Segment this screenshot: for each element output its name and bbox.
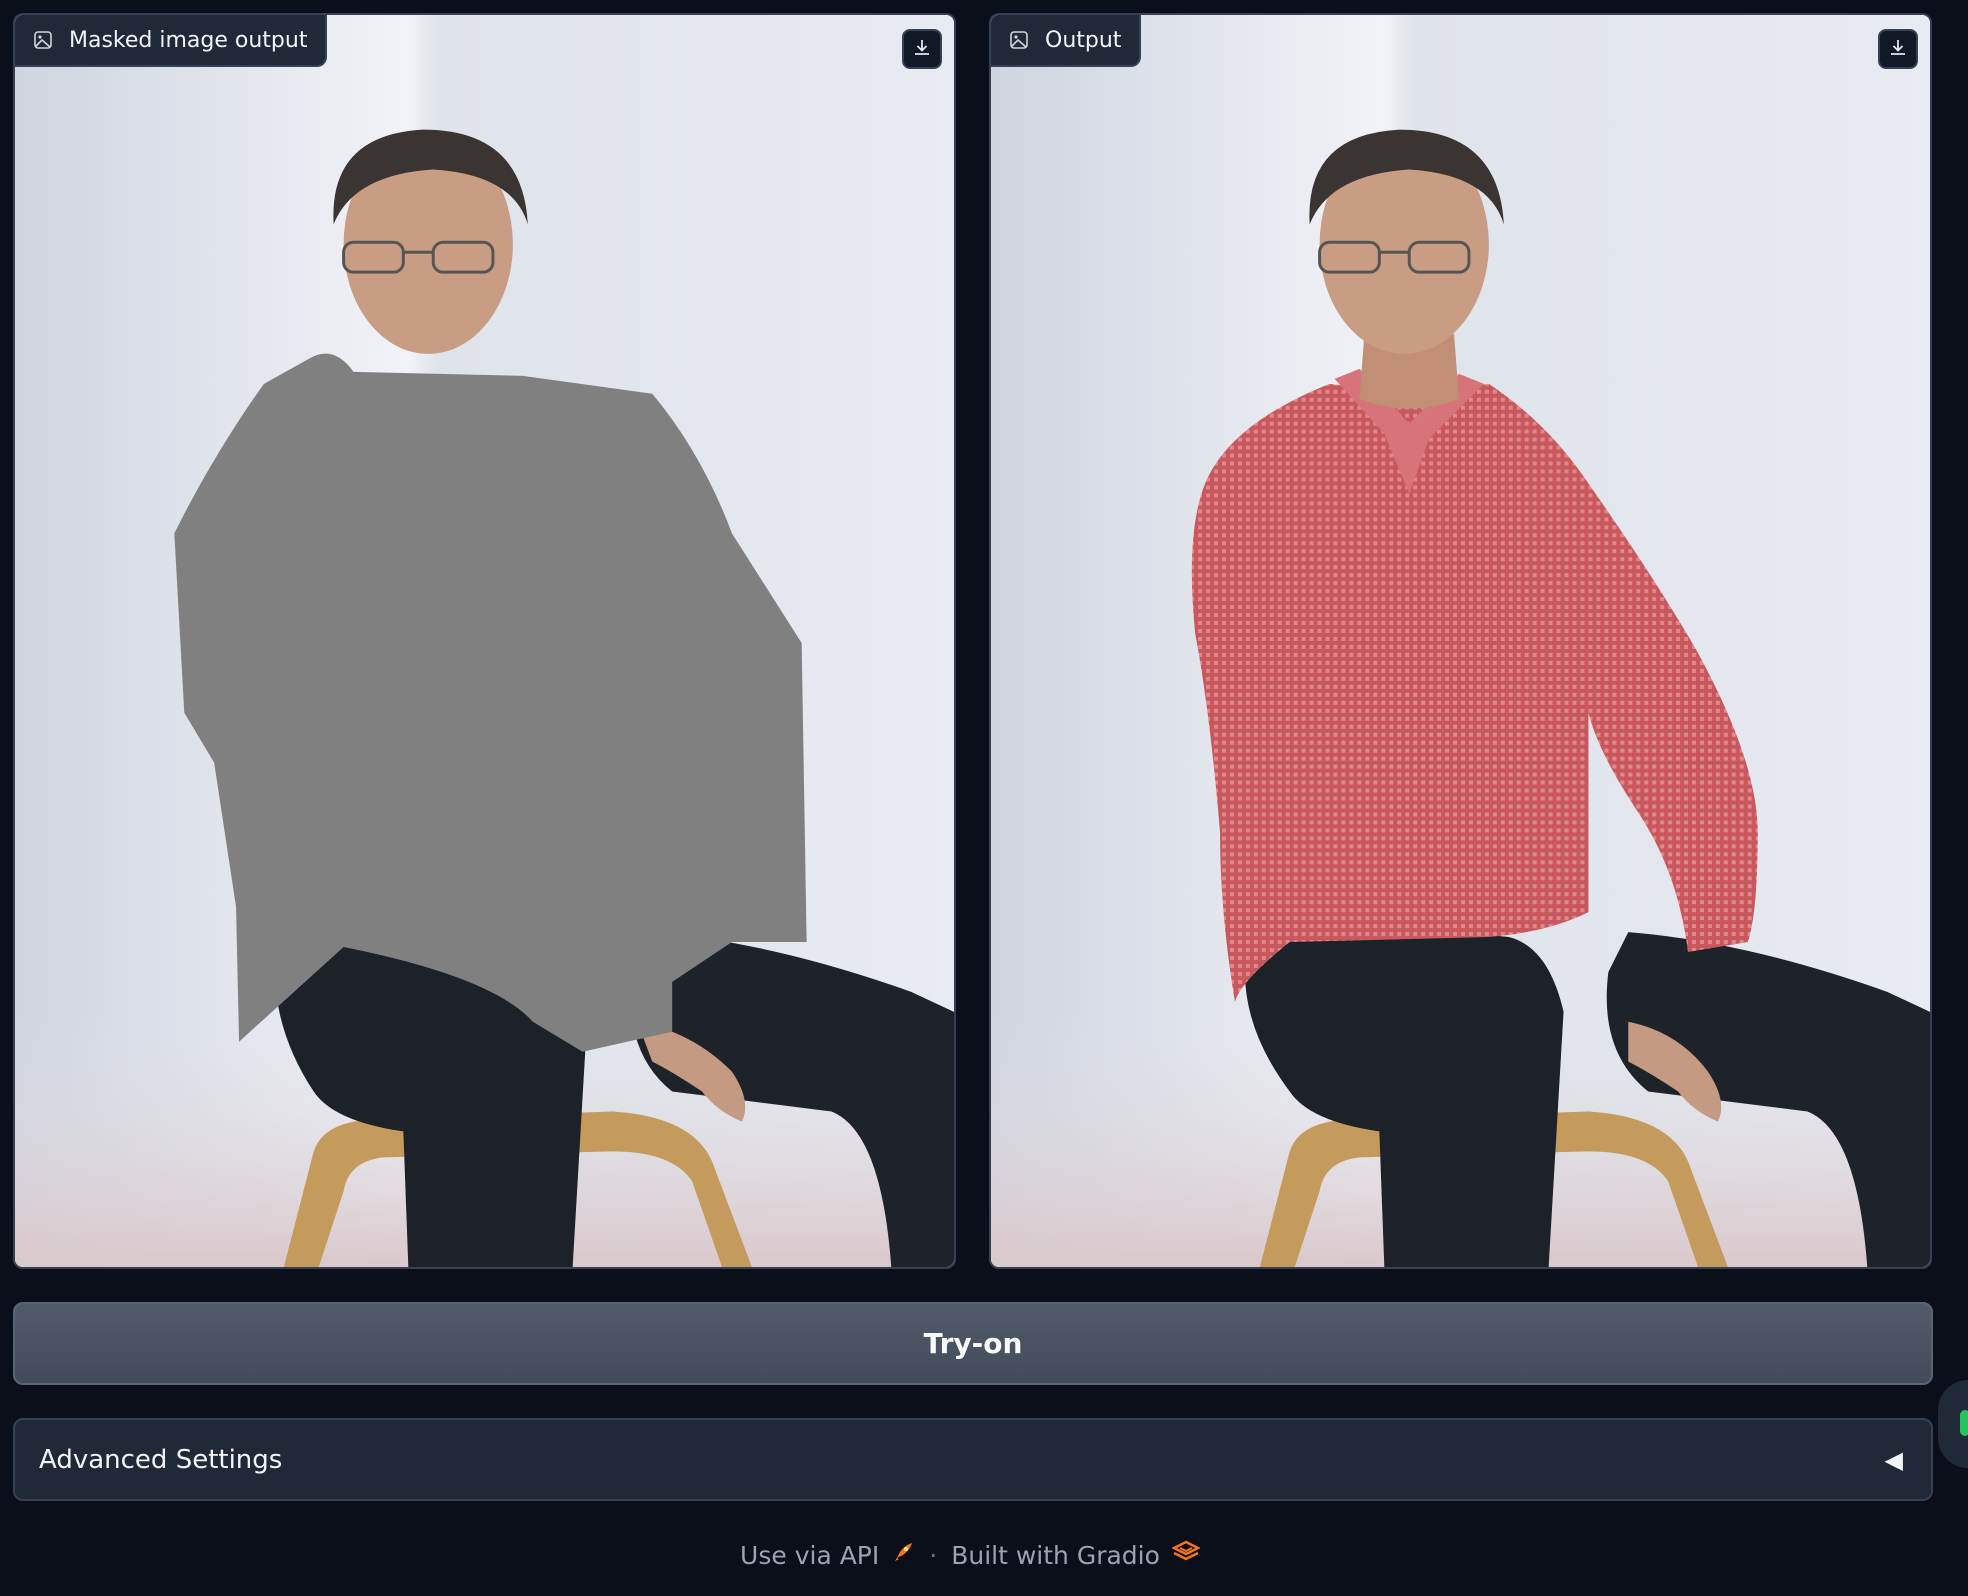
floating-widget[interactable]: [1938, 1380, 1968, 1468]
built-with-gradio-label: Built with Gradio: [951, 1540, 1160, 1570]
download-icon: [912, 37, 932, 61]
masked-image-panel: Masked image output: [13, 13, 956, 1269]
image-icon: [33, 30, 53, 50]
download-button[interactable]: [902, 29, 942, 69]
masked-person-image: [15, 15, 954, 1267]
use-via-api-link[interactable]: Use via API: [740, 1540, 915, 1570]
gradio-logo-icon: [1171, 1540, 1201, 1570]
advanced-settings-title: Advanced Settings: [39, 1444, 283, 1475]
try-on-label: Try-on: [923, 1327, 1023, 1360]
built-with-gradio-link[interactable]: Built with Gradio: [951, 1540, 1201, 1570]
collapse-arrow-icon: ◀: [1884, 1445, 1903, 1474]
footer-separator: ·: [929, 1540, 938, 1570]
use-via-api-label: Use via API: [740, 1540, 880, 1570]
advanced-settings-accordion[interactable]: Advanced Settings ◀: [13, 1418, 1933, 1501]
output-title: Output: [1045, 27, 1122, 53]
try-on-button[interactable]: Try-on: [13, 1302, 1933, 1385]
masked-image-title: Masked image output: [69, 27, 308, 53]
download-icon: [1888, 37, 1908, 61]
output-person-image: [991, 15, 1930, 1267]
rocket-icon: [891, 1540, 915, 1570]
download-button[interactable]: [1878, 29, 1918, 69]
masked-image-label: Masked image output: [15, 15, 328, 67]
footer: Use via API · Built with Gradio: [0, 1535, 1940, 1575]
image-icon: [1009, 30, 1029, 50]
output-label: Output: [991, 15, 1142, 67]
output-image-panel: Output: [989, 13, 1932, 1269]
